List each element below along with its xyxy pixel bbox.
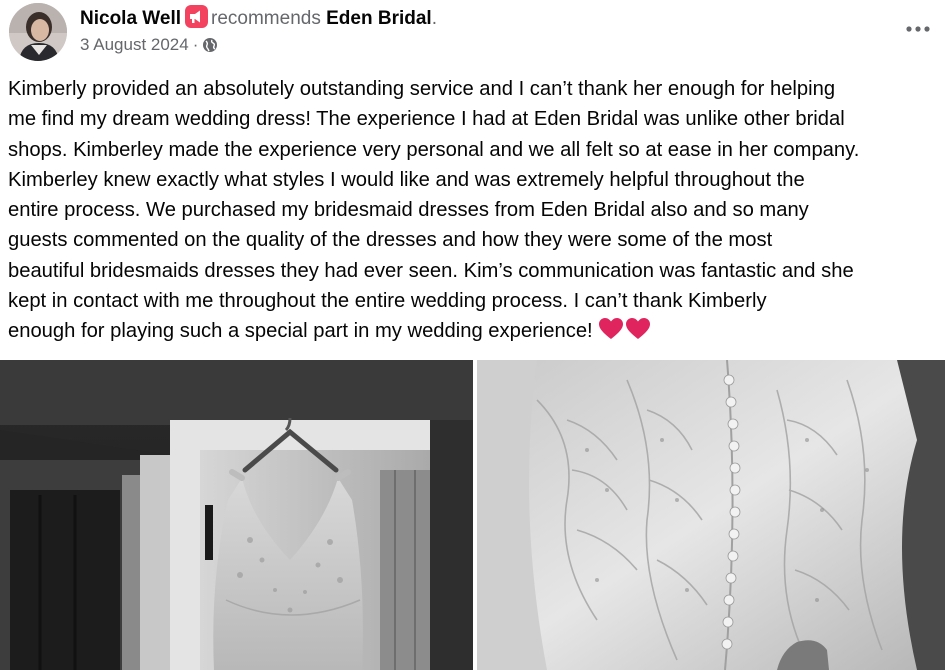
photo-grid	[0, 360, 945, 670]
post-text: Kimberly provided an absolutely outstand…	[8, 74, 945, 347]
red-heart-icon	[626, 318, 651, 340]
author-name[interactable]: Nicola Well	[80, 8, 181, 29]
page-name-link[interactable]: Eden Bridal	[326, 8, 432, 29]
photo-dress-on-hanger[interactable]	[0, 360, 473, 670]
post-body: Kimberly provided an absolutely outstand…	[8, 78, 860, 343]
photo-dress-lace-detail[interactable]	[477, 360, 945, 670]
avatar[interactable]	[9, 3, 67, 61]
heart-emojis	[598, 317, 652, 341]
punctuation: .	[431, 8, 437, 29]
more-options-button[interactable]	[903, 14, 933, 44]
post-header: Nicola Well recommends Eden Bridal. 3 Aug…	[0, 0, 945, 70]
megaphone-icon	[185, 5, 209, 28]
meta-separator: ·	[192, 35, 199, 54]
globe-icon[interactable]	[202, 37, 218, 59]
facebook-recommendation-post: Nicola Well recommends Eden Bridal. 3 Aug…	[0, 0, 945, 670]
post-date[interactable]: 3 August 2024	[80, 35, 189, 54]
author-line: Nicola Well recommends Eden Bridal.	[80, 5, 437, 31]
post-meta: 3 August 2024 ·	[80, 34, 218, 59]
ellipsis-icon	[906, 26, 930, 32]
recommends-label: recommends	[211, 8, 321, 29]
red-heart-icon	[599, 318, 624, 340]
